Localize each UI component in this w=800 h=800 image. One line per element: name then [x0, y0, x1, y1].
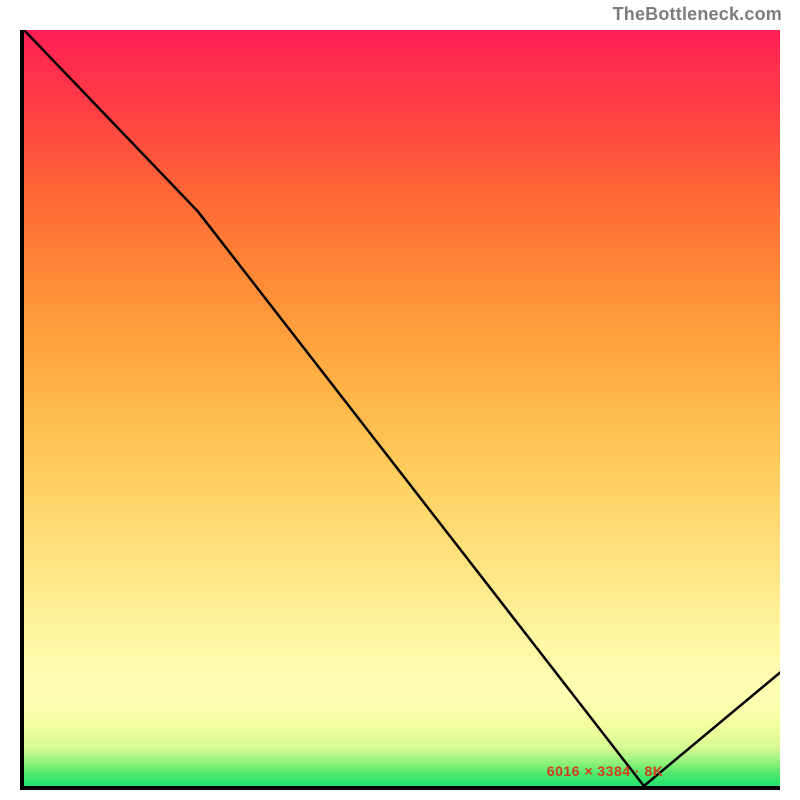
resolution-annotation: 6016 × 3384 · 8K: [547, 763, 664, 779]
bottleneck-curve-path: [24, 30, 780, 786]
chart-plot-area: 6016 × 3384 · 8K: [20, 30, 780, 790]
watermark-text: TheBottleneck.com: [613, 4, 782, 25]
chart-line-layer: [24, 30, 780, 786]
